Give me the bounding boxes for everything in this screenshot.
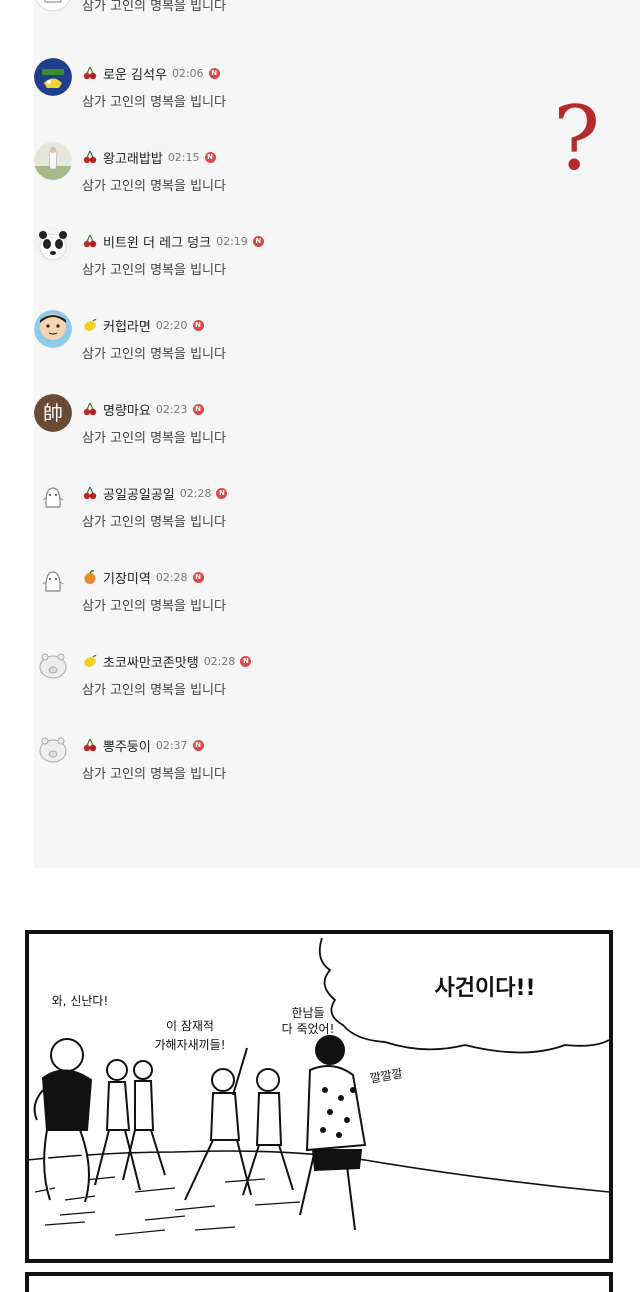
new-badge: N	[192, 739, 204, 751]
new-badge: N	[192, 571, 204, 583]
comment-meta: 비트윈 더 레그 덩크 02:19 N	[82, 232, 264, 251]
default-avatar-icon[interactable]	[34, 478, 72, 516]
avatar-glyph: 帥	[43, 401, 63, 425]
comment-item: 왕고래밥밥 02:15 N 삼가 고인의 명복을 빕니다	[0, 142, 560, 232]
comment-nickname[interactable]: 명량마요	[103, 400, 151, 419]
comment-item: 삼가 고인의 명복을 빕니다	[0, 0, 560, 70]
new-badge: N	[240, 655, 252, 667]
speech-bubble-1: 와, 신난다!	[52, 994, 109, 1008]
comment-item: 커헙라면 02:20 N 삼가 고인의 명복을 빕니다	[0, 310, 560, 400]
question-mark: ?	[553, 87, 601, 190]
comment-meta: 공일공일공일 02:28 N	[82, 484, 228, 503]
comment-item: 공일공일공일 02:28 N 삼가 고인의 명복을 빕니다	[0, 478, 560, 568]
default-avatar-icon[interactable]	[34, 730, 72, 768]
avatar[interactable]	[34, 142, 72, 180]
new-badge: N	[192, 403, 204, 415]
comment-nickname[interactable]: 로운 김석우	[103, 64, 167, 83]
comment-time: 02:23	[155, 402, 188, 416]
next-comic-panel-edge	[25, 1272, 613, 1292]
cherry-level-icon	[82, 737, 98, 753]
comment-meta: 명량마요 02:23 N	[82, 400, 204, 419]
new-badge: N	[208, 67, 220, 79]
comment-text: 삼가 고인의 명복을 빕니다	[82, 431, 226, 446]
avatar[interactable]	[34, 310, 72, 348]
comment-nickname[interactable]: 기장미역	[103, 568, 151, 587]
comment-time: 02:28	[203, 654, 236, 668]
comment-meta: 왕고래밥밥 02:15 N	[82, 148, 216, 167]
avatar[interactable]: 帥	[34, 394, 72, 432]
cherry-level-icon	[82, 65, 98, 81]
new-badge: N	[204, 151, 216, 163]
comment-item: 로운 김석우 02:06 N 삼가 고인의 명복을 빕니다	[0, 58, 560, 148]
comment-text: 삼가 고인의 명복을 빕니다	[82, 767, 226, 782]
comment-item: 비트윈 더 레그 덩크 02:19 N 삼가 고인의 명복을 빕니다	[0, 226, 560, 316]
comment-time: 02:28	[179, 486, 212, 500]
cherry-level-icon	[82, 233, 98, 249]
comment-meta: 기장미역 02:28 N	[82, 568, 204, 587]
cherry-level-icon	[82, 485, 98, 501]
comment-text: 삼가 고인의 명복을 빕니다	[82, 263, 226, 278]
comment-text: 삼가 고인의 명복을 빕니다	[82, 179, 226, 194]
new-badge: N	[252, 235, 264, 247]
comment-text: 삼가 고인의 명복을 빕니다	[82, 347, 226, 362]
avatar[interactable]	[34, 226, 72, 264]
default-avatar-icon[interactable]	[34, 562, 72, 600]
comic-title: 사건이다!!	[434, 976, 535, 1001]
comment-nickname[interactable]: 왕고래밥밥	[103, 148, 163, 167]
cherry-level-icon	[82, 149, 98, 165]
comment-text: 삼가 고인의 명복을 빕니다	[82, 683, 226, 698]
orange-level-icon	[82, 569, 98, 585]
comment-meta: 로운 김석우 02:06 N	[82, 64, 220, 83]
comment-time: 02:20	[155, 318, 188, 332]
lemon-level-icon	[82, 653, 98, 669]
comment-nickname[interactable]: 공일공일공일	[103, 484, 175, 503]
comment-time: 02:15	[167, 150, 200, 164]
comment-time: 02:19	[216, 234, 248, 248]
speech-bubble-3-line-2: 다 죽었어!	[282, 1022, 335, 1036]
comment-item: 기장미역 02:28 N 삼가 고인의 명복을 빕니다	[0, 562, 560, 652]
new-badge: N	[216, 487, 228, 499]
comment-meta: 뽕주둥이 02:37 N	[82, 736, 204, 755]
comment-text: 삼가 고인의 명복을 빕니다	[82, 95, 226, 110]
comment-meta: 초코싸만코존맛탱 02:28 N	[82, 652, 252, 671]
comment-text: 삼가 고인의 명복을 빕니다	[82, 515, 226, 530]
comment-item: 帥 명량마요 02:23 N 삼가 고인의 명복을 빕니다	[0, 394, 560, 484]
comment-nickname[interactable]: 뽕주둥이	[103, 736, 151, 755]
comment-time: 02:28	[155, 570, 188, 584]
comment-item: 뽕주둥이 02:37 N 삼가 고인의 명복을 빕니다	[0, 730, 560, 820]
comment-time: 02:37	[155, 738, 188, 752]
default-avatar-icon[interactable]	[34, 0, 72, 12]
cherry-level-icon	[82, 401, 98, 417]
comment-text: 삼가 고인의 명복을 빕니다	[82, 599, 226, 614]
speech-bubble-2-line-1: 이 잠재적	[166, 1019, 214, 1033]
comment-time: 02:06	[171, 66, 204, 80]
comment-item: 초코싸만코존맛탱 02:28 N 삼가 고인의 명복을 빕니다	[0, 646, 560, 736]
speech-bubble-3-line-1: 한남들	[291, 1006, 324, 1020]
lemon-level-icon	[82, 317, 98, 333]
new-badge: N	[192, 319, 204, 331]
speech-bubble-2-line-2: 가해자새끼들!	[154, 1038, 225, 1052]
comic-panel: 사건이다!! 와, 신난다! 이 잠재적 가해자새끼들! 한남들 다 죽었어! …	[25, 930, 613, 1265]
comment-meta: 커헙라면 02:20 N	[82, 316, 204, 335]
comment-nickname[interactable]: 비트윈 더 레그 덩크	[103, 232, 211, 251]
default-avatar-icon[interactable]	[34, 646, 72, 684]
comment-nickname[interactable]: 커헙라면	[103, 316, 151, 335]
comment-nickname[interactable]: 초코싸만코존맛탱	[103, 652, 199, 671]
avatar[interactable]	[34, 58, 72, 96]
comment-text: 삼가 고인의 명복을 빕니다	[82, 0, 226, 14]
